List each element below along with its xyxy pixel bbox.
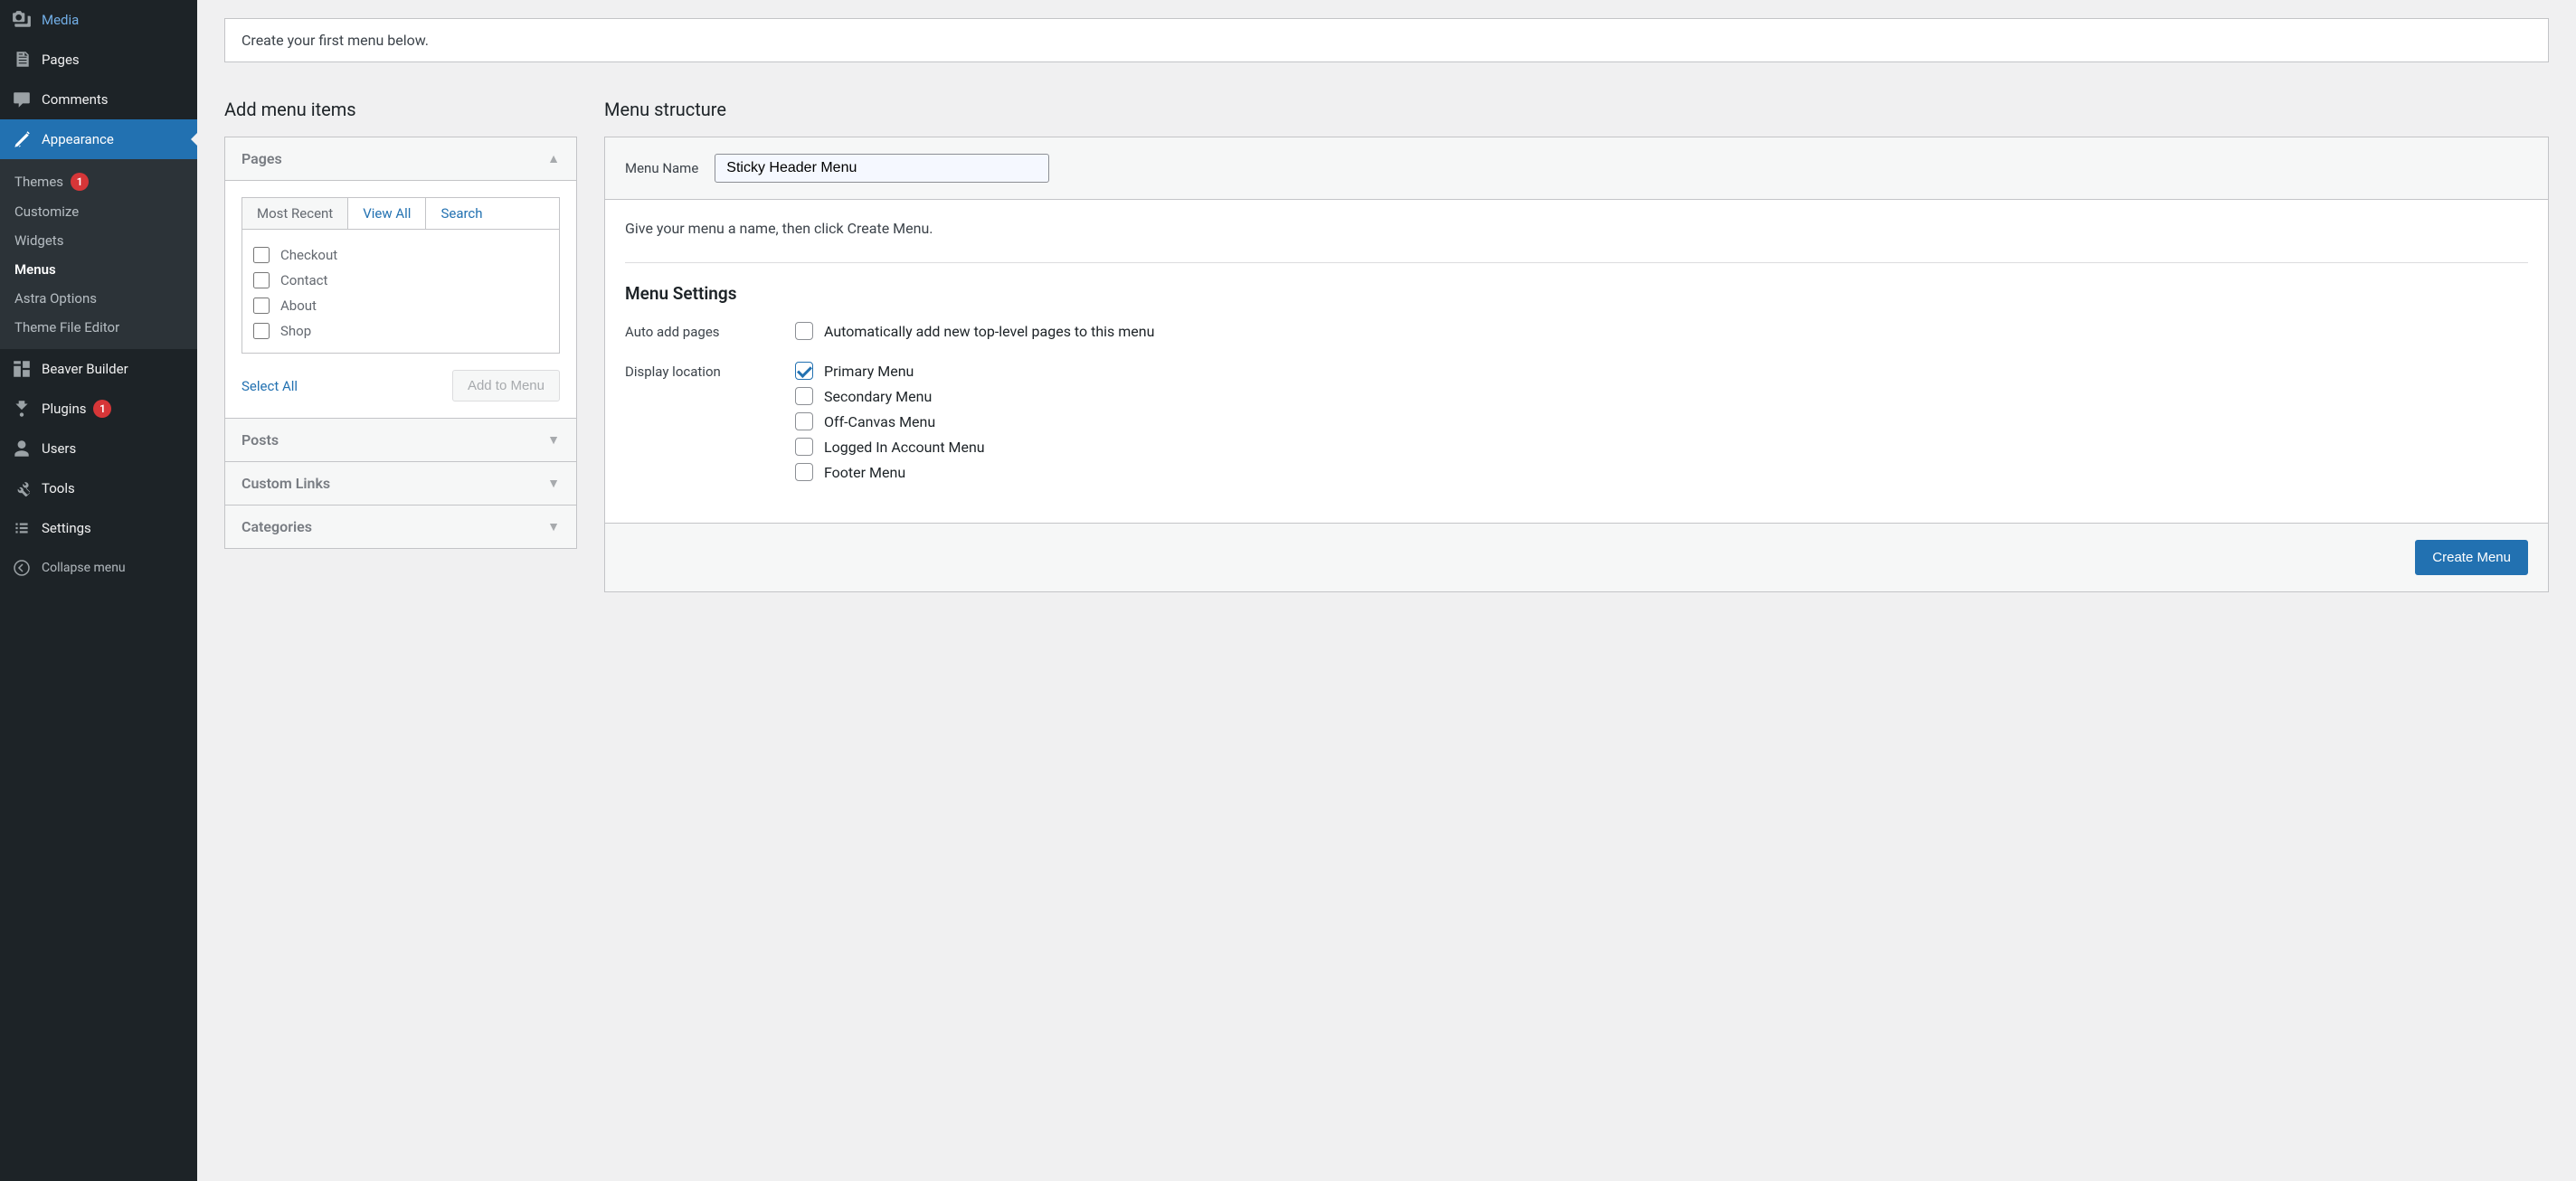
sidebar-item-label: Beaver Builder (42, 361, 128, 377)
page-item-shop[interactable]: Shop (253, 318, 548, 344)
page-checkbox[interactable] (253, 298, 270, 314)
sidebar-item-pages[interactable]: Pages (0, 40, 197, 80)
auto-add-checkbox[interactable] (795, 322, 813, 340)
page-checkbox[interactable] (253, 323, 270, 339)
sidebar-item-label: Appearance (42, 131, 114, 147)
location-secondary-checkbox[interactable] (795, 387, 813, 405)
accordion-header-pages[interactable]: Pages ▲ (225, 137, 576, 181)
sidebar-item-label: Tools (42, 480, 75, 496)
submenu-label: Themes (14, 174, 63, 190)
appearance-submenu: Themes 1 Customize Widgets Menus Astra O… (0, 159, 197, 349)
sidebar-item-label: Users (42, 440, 76, 457)
sidebar-item-media[interactable]: Media (0, 0, 197, 40)
menu-structure-column: Menu structure Menu Name Give your menu … (604, 99, 2549, 592)
tab-view-all[interactable]: View All (348, 198, 426, 229)
create-menu-button[interactable]: Create Menu (2415, 540, 2528, 575)
settings-icon (11, 517, 33, 539)
location-primary-row[interactable]: Primary Menu (795, 362, 2528, 380)
location-logged-in-checkbox[interactable] (795, 438, 813, 456)
plugins-badge: 1 (93, 400, 111, 418)
page-checkbox[interactable] (253, 247, 270, 263)
collapse-menu[interactable]: Collapse menu (0, 548, 197, 588)
submenu-item-astra-options[interactable]: Astra Options (0, 284, 197, 313)
tools-icon (11, 477, 33, 499)
sidebar-item-comments[interactable]: Comments (0, 80, 197, 119)
main-content: Create your first menu below. Add menu i… (197, 0, 2576, 1181)
comments-icon (11, 89, 33, 110)
location-secondary-row[interactable]: Secondary Menu (795, 387, 2528, 405)
add-menu-items-heading: Add menu items (224, 99, 577, 120)
location-footer-row[interactable]: Footer Menu (795, 463, 2528, 481)
menu-settings-heading: Menu Settings (625, 283, 2528, 304)
chevron-down-icon: ▼ (547, 432, 560, 448)
chevron-down-icon: ▼ (547, 476, 560, 491)
menu-name-label: Menu Name (625, 160, 698, 176)
chevron-down-icon: ▼ (547, 519, 560, 534)
page-item-contact[interactable]: Contact (253, 268, 548, 293)
menu-description: Give your menu a name, then click Create… (625, 220, 2528, 237)
submenu-item-menus[interactable]: Menus (0, 255, 197, 284)
sidebar-item-tools[interactable]: Tools (0, 468, 197, 508)
tab-most-recent[interactable]: Most Recent (242, 198, 348, 229)
sidebar-item-plugins[interactable]: Plugins 1 (0, 389, 197, 429)
admin-sidebar: Media Pages Comments Appearance Themes 1… (0, 0, 197, 1181)
sidebar-item-beaver-builder[interactable]: Beaver Builder (0, 349, 197, 389)
add-menu-items-column: Add menu items Pages ▲ Most Recent View … (224, 99, 577, 592)
notice-banner: Create your first menu below. (224, 18, 2549, 62)
location-offcanvas-checkbox[interactable] (795, 412, 813, 430)
location-logged-in-row[interactable]: Logged In Account Menu (795, 438, 2528, 456)
page-list: Checkout Contact About Shop (242, 229, 560, 354)
location-footer-checkbox[interactable] (795, 463, 813, 481)
location-primary-checkbox[interactable] (795, 362, 813, 380)
submenu-item-themes[interactable]: Themes 1 (0, 166, 197, 197)
media-icon (11, 9, 33, 31)
tab-search[interactable]: Search (426, 198, 497, 229)
display-location-label: Display location (625, 362, 752, 380)
location-offcanvas-row[interactable]: Off-Canvas Menu (795, 412, 2528, 430)
sidebar-item-users[interactable]: Users (0, 429, 197, 468)
submenu-item-customize[interactable]: Customize (0, 197, 197, 226)
sidebar-item-label: Comments (42, 91, 109, 108)
auto-add-checkbox-row[interactable]: Automatically add new top-level pages to… (795, 322, 2528, 340)
page-item-checkout[interactable]: Checkout (253, 242, 548, 268)
sidebar-item-label: Pages (42, 52, 80, 68)
beaver-builder-icon (11, 358, 33, 380)
themes-badge: 1 (71, 173, 89, 191)
sidebar-item-settings[interactable]: Settings (0, 508, 197, 548)
submenu-item-widgets[interactable]: Widgets (0, 226, 197, 255)
menu-name-input[interactable] (715, 154, 1049, 183)
submenu-item-theme-file-editor[interactable]: Theme File Editor (0, 313, 197, 342)
menu-structure-heading: Menu structure (604, 99, 2549, 120)
accordion-header-posts[interactable]: Posts ▼ (225, 419, 576, 462)
accordion-header-custom-links[interactable]: Custom Links ▼ (225, 462, 576, 505)
accordion-header-categories[interactable]: Categories ▼ (225, 505, 576, 548)
page-checkbox[interactable] (253, 272, 270, 288)
sidebar-item-appearance[interactable]: Appearance (0, 119, 197, 159)
accordion-body-pages: Most Recent View All Search Checkout Con… (225, 181, 576, 419)
add-to-menu-button[interactable]: Add to Menu (452, 370, 560, 402)
appearance-icon (11, 128, 33, 150)
auto-add-pages-label: Auto add pages (625, 322, 752, 340)
sidebar-item-label: Settings (42, 520, 91, 536)
pages-tabs: Most Recent View All Search (242, 197, 560, 229)
pages-icon (11, 49, 33, 71)
menu-structure-panel: Menu Name Give your menu a name, then cl… (604, 137, 2549, 592)
chevron-up-icon: ▲ (547, 151, 560, 166)
sidebar-item-label: Media (42, 12, 79, 28)
plugins-icon (11, 398, 33, 420)
menu-name-row: Menu Name (605, 137, 2548, 200)
collapse-label: Collapse menu (42, 561, 126, 575)
users-icon (11, 438, 33, 459)
select-all-link[interactable]: Select All (242, 378, 298, 394)
collapse-icon (11, 557, 33, 579)
sidebar-item-label: Plugins (42, 401, 86, 417)
accordion: Pages ▲ Most Recent View All Search Chec… (224, 137, 577, 549)
page-item-about[interactable]: About (253, 293, 548, 318)
